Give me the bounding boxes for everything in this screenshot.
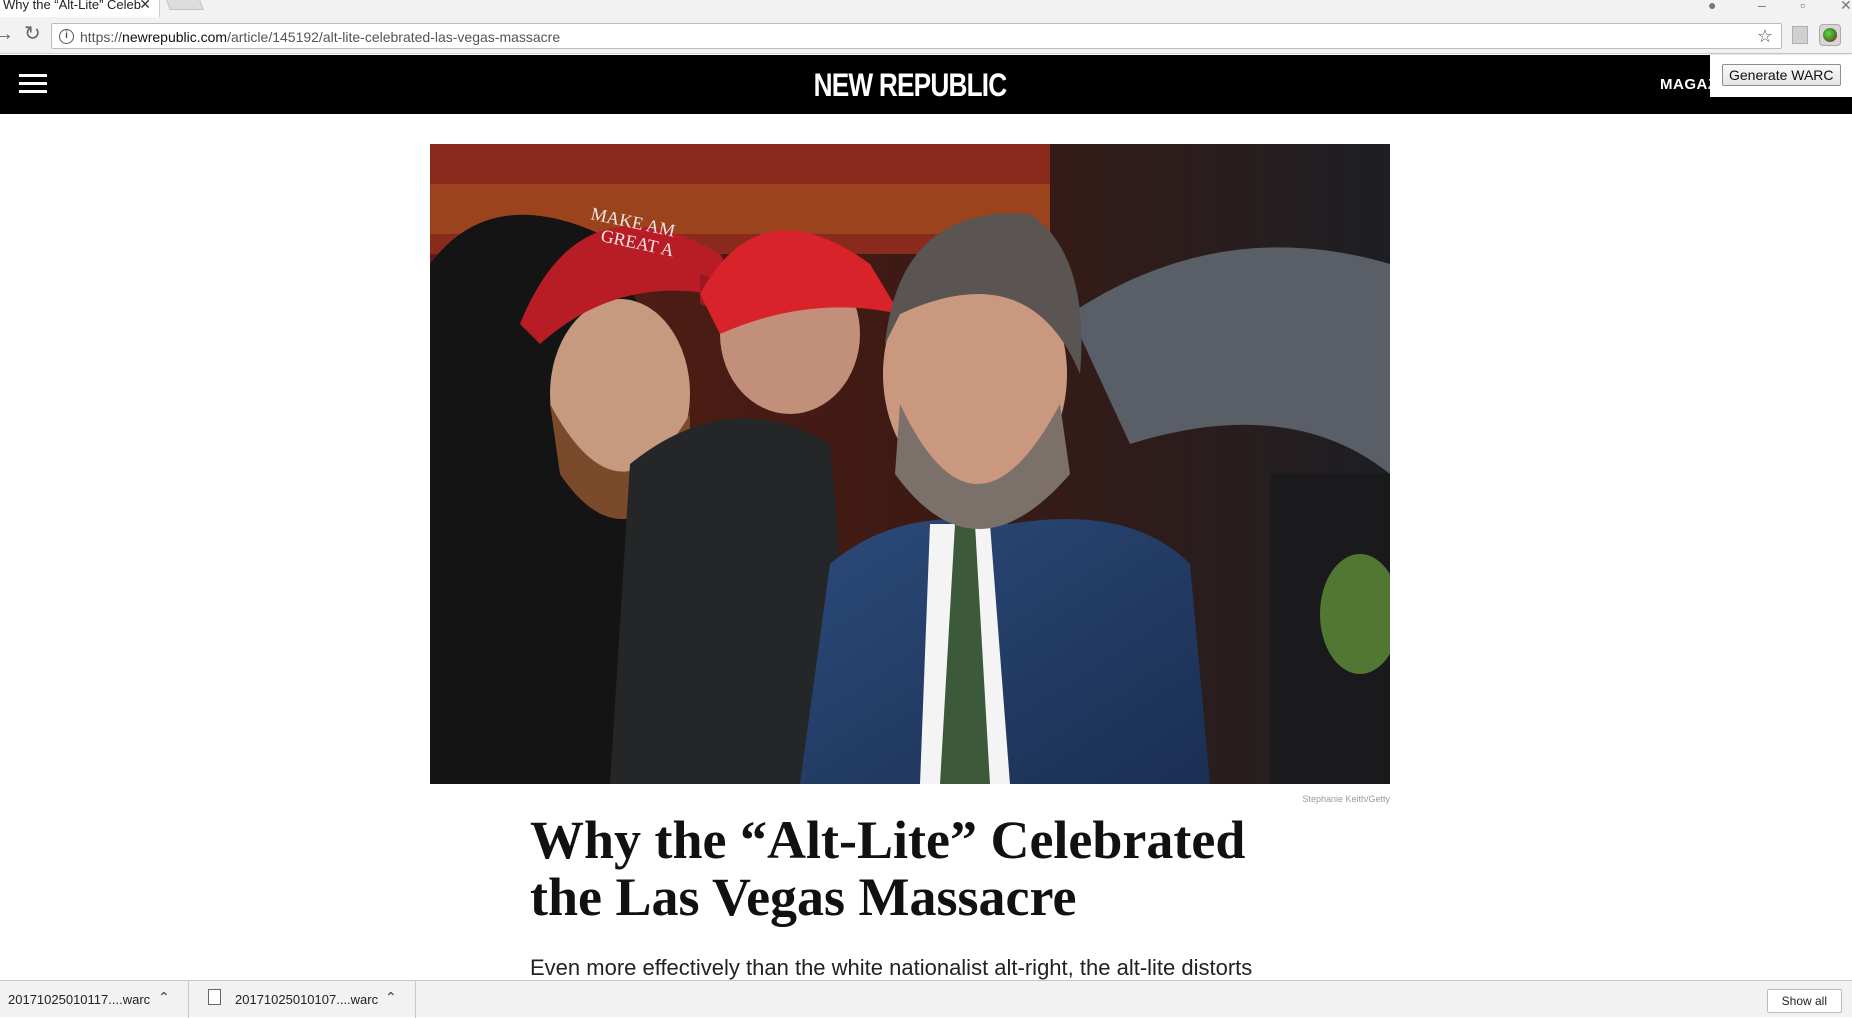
profile-icon[interactable]: ●: [1708, 0, 1716, 13]
nav-magazine-link[interactable]: MAGAZ: [1660, 76, 1718, 93]
download-filename: 20171025010117....warc: [8, 992, 151, 1007]
chevron-up-icon[interactable]: ⌃: [385, 989, 397, 1006]
url-scheme: https://: [80, 29, 123, 45]
bookmark-star-icon[interactable]: ☆: [1757, 26, 1773, 47]
info-icon[interactable]: i: [59, 29, 74, 44]
download-item[interactable]: 20171025010107....warc ⌃: [189, 981, 416, 1018]
restore-icon[interactable]: ▫: [1800, 0, 1805, 13]
pdf-extension-icon[interactable]: [1792, 26, 1808, 44]
extension-popup: Generate WARC: [1710, 55, 1852, 97]
download-filename: 20171025010107....warc: [235, 992, 379, 1007]
file-icon: [208, 989, 221, 1005]
generate-warc-button[interactable]: Generate WARC: [1722, 64, 1841, 86]
address-bar[interactable]: i https://newrepublic.com/article/145192…: [51, 23, 1782, 49]
site-logo[interactable]: NEW REPUBLIC: [164, 67, 1656, 104]
browser-tab[interactable]: Why the “Alt-Lite” Celeb ✕: [0, 0, 160, 17]
browser-toolbar: → ↻ i https://newrepublic.com/article/14…: [0, 17, 1852, 54]
url-text: https://newrepublic.com/article/145192/a…: [80, 29, 560, 45]
menu-icon[interactable]: [19, 74, 47, 94]
tab-title: Why the “Alt-Lite” Celeb: [3, 0, 141, 12]
hero-image: MAKE AM GREAT A: [430, 144, 1390, 784]
download-item[interactable]: 20171025010117....warc ⌃: [0, 981, 189, 1018]
article-dek: Even more effectively than the white nat…: [530, 955, 1253, 980]
new-tab-button[interactable]: [166, 0, 204, 10]
close-window-icon[interactable]: ✕: [1840, 0, 1852, 14]
tab-close-icon[interactable]: ✕: [139, 0, 151, 11]
show-all-downloads-button[interactable]: Show all: [1766, 989, 1842, 1013]
image-credit: Stephanie Keith/Getty: [1302, 794, 1390, 804]
article-headline: Why the “Alt-Lite” Celebrated the Las Ve…: [530, 810, 1246, 927]
reload-icon[interactable]: ↻: [24, 24, 41, 44]
chevron-up-icon[interactable]: ⌃: [158, 989, 170, 1006]
minimize-icon[interactable]: –: [1758, 0, 1766, 13]
url-path: /article/145192/alt-lite-celebrated-las-…: [227, 29, 561, 45]
site-header: NEW REPUBLIC MAGAZ: [0, 55, 1852, 114]
download-shelf: 20171025010117....warc ⌃ 20171025010107.…: [0, 980, 1852, 1018]
forward-icon[interactable]: →: [0, 24, 14, 44]
url-domain: newrepublic.com: [122, 29, 228, 45]
warc-extension-icon[interactable]: [1819, 24, 1841, 46]
tab-strip: Why the “Alt-Lite” Celeb ✕ ● – ▫ ✕: [0, 0, 1852, 17]
